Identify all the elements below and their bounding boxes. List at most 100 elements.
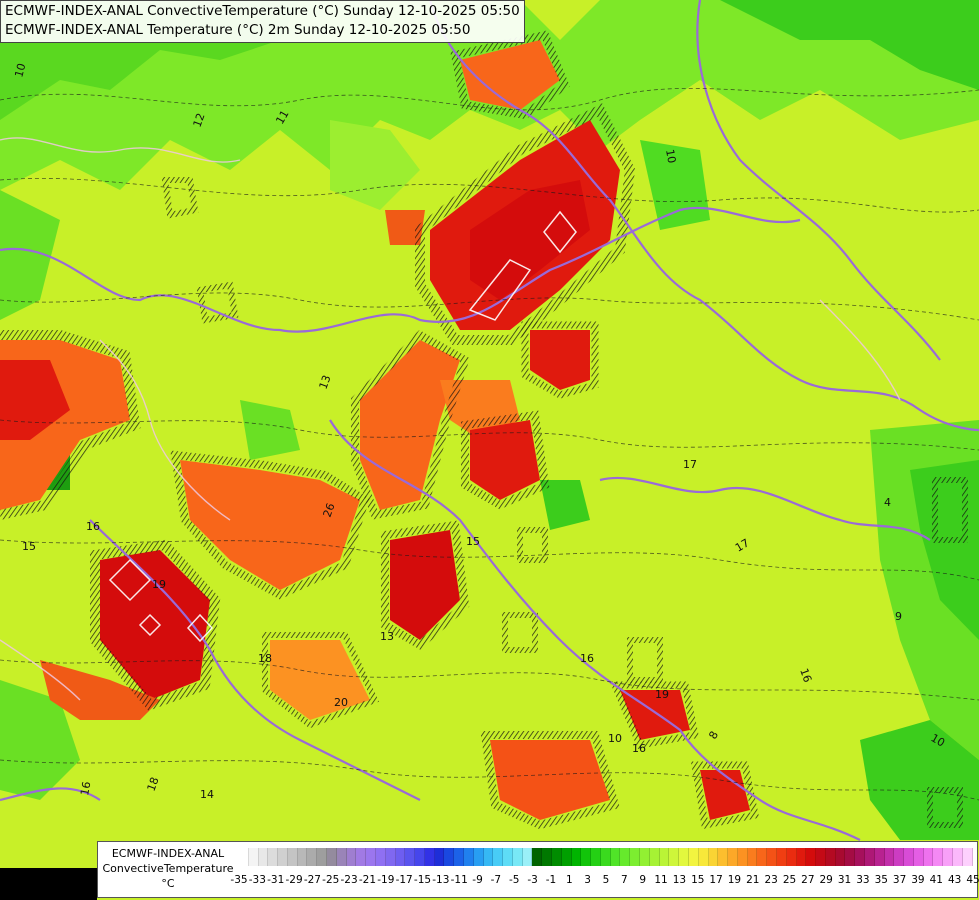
legend-swatch [297, 848, 308, 866]
legend-swatch [542, 848, 552, 866]
legend-title: ECMWF-INDEX-ANAL ConvectiveTemperature °… [100, 846, 236, 891]
legend-swatch [317, 848, 328, 866]
legend-swatch [571, 848, 582, 866]
legend-unit: °C [161, 877, 175, 890]
legend-swatch [698, 848, 709, 866]
legend-swatch [776, 848, 787, 866]
legend-swatch [845, 848, 856, 866]
contour-label: 4 [884, 496, 891, 509]
legend-swatch [248, 848, 259, 866]
legend-swatch [767, 848, 777, 866]
legend-swatch [747, 848, 758, 866]
contour-label: 10 [663, 148, 678, 164]
legend-swatch [346, 848, 357, 866]
legend-swatch [591, 848, 601, 866]
contour-label: 20 [334, 696, 348, 709]
contour-label: 13 [380, 630, 394, 643]
legend-swatch [268, 848, 279, 866]
legend-swatch [258, 848, 269, 866]
legend-swatch [933, 848, 944, 866]
legend-swatch [610, 848, 621, 866]
legend-swatch [669, 848, 680, 866]
legend-swatch [835, 848, 846, 866]
legend-swatch [737, 848, 748, 866]
contour-label: 16 [78, 780, 93, 796]
title-convective-temperature: ECMWF-INDEX-ANAL ConvectiveTemperature (… [5, 3, 520, 19]
legend-swatch [405, 848, 416, 866]
legend-swatch [923, 848, 934, 866]
legend-swatch [512, 848, 523, 866]
legend-swatch [287, 848, 298, 866]
legend-swatch [659, 848, 670, 866]
legend-swatch [874, 848, 885, 866]
legend-swatch [894, 848, 905, 866]
legend-swatch [385, 848, 396, 866]
legend-swatch [307, 848, 318, 866]
legend-swatch [943, 848, 954, 866]
weather-map: 10 12 11 10 13 17 16 19 26 15 14 16 18 2… [0, 0, 979, 900]
contour-label: 19 [152, 578, 166, 591]
legend-swatch [796, 848, 807, 866]
legend-swatch [463, 848, 474, 866]
contour-label: 15 [466, 535, 480, 548]
bottom-left-corner [0, 868, 97, 900]
legend-swatch [884, 848, 895, 866]
legend-swatch [953, 848, 963, 866]
map-title-box: ECMWF-INDEX-ANAL ConvectiveTemperature (… [0, 0, 525, 43]
legend-swatch [415, 848, 425, 866]
legend-swatch [728, 848, 738, 866]
legend-swatch [913, 848, 924, 866]
title-2m-temperature: ECMWF-INDEX-ANAL Temperature (°C) 2m Sun… [5, 22, 471, 38]
legend-swatch [825, 848, 836, 866]
contour-label: 16 [86, 520, 100, 533]
legend-swatch [395, 848, 406, 866]
legend-swatch [327, 848, 337, 866]
legend-swatch [630, 848, 641, 866]
legend-swatch [503, 848, 513, 866]
legend-swatch [620, 848, 631, 866]
legend-model: ECMWF-INDEX-ANAL [111, 847, 225, 860]
legend-swatch [434, 848, 445, 866]
legend-swatch [366, 848, 376, 866]
legend-swatch [806, 848, 817, 866]
contour-label: 16 [632, 742, 646, 755]
legend-swatch [493, 848, 504, 866]
contour-label: 19 [655, 688, 669, 701]
color-legend: ECMWF-INDEX-ANAL ConvectiveTemperature °… [97, 841, 979, 898]
legend-swatch [552, 848, 562, 866]
legend-swatch [278, 848, 288, 866]
legend-swatch [640, 848, 650, 866]
legend-swatch [424, 848, 435, 866]
contour-label: 17 [683, 458, 697, 471]
legend-swatch [581, 848, 592, 866]
legend-swatch [786, 848, 797, 866]
legend-swatch [522, 848, 533, 866]
contour-label: 15 [22, 540, 36, 553]
contour-label: 16 [580, 652, 594, 665]
legend-swatch [454, 848, 464, 866]
legend-swatch [532, 848, 543, 866]
legend-swatch [962, 848, 973, 866]
legend-swatch [718, 848, 729, 866]
contour-label: 18 [258, 652, 272, 665]
legend-swatch [816, 848, 826, 866]
legend-swatch [855, 848, 865, 866]
legend-swatch [679, 848, 689, 866]
legend-swatch [444, 848, 455, 866]
legend-label: 45 [966, 874, 979, 886]
legend-swatch [649, 848, 660, 866]
legend-swatch [483, 848, 494, 866]
legend-swatch [757, 848, 768, 866]
legend-swatch [865, 848, 875, 866]
legend-swatch [904, 848, 914, 866]
legend-swatch [561, 848, 572, 866]
legend-swatch [473, 848, 484, 866]
legend-swatch [375, 848, 386, 866]
contour-label: 10 [608, 732, 622, 745]
legend-swatch [336, 848, 347, 866]
legend-swatch [708, 848, 719, 866]
contour-label: 9 [895, 610, 902, 623]
contour-label: 14 [200, 788, 214, 801]
legend-swatch [356, 848, 367, 866]
legend-swatches [239, 848, 973, 866]
